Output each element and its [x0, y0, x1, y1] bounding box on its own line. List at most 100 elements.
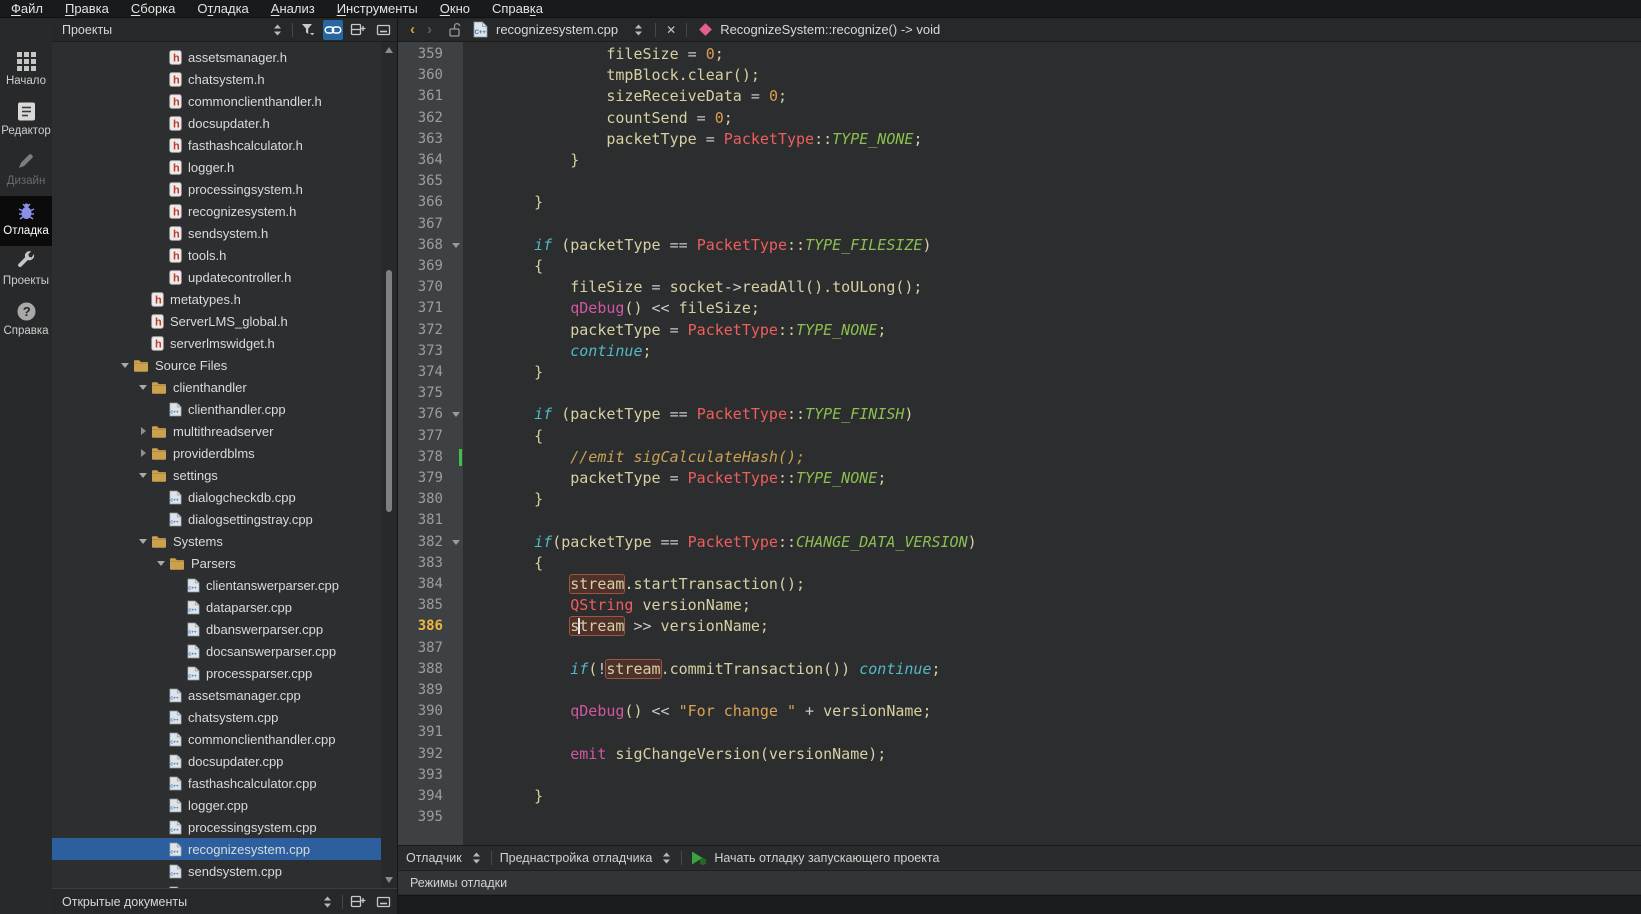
tree-item-chatsystem.cpp[interactable]: C++chatsystem.cpp	[52, 706, 397, 728]
tree-item-clienthandler.cpp[interactable]: C++clienthandler.cpp	[52, 398, 397, 420]
forward-icon[interactable]: ›	[427, 22, 432, 37]
tree-item-processparser.cpp[interactable]: C++processparser.cpp	[52, 662, 397, 684]
menu-item-4[interactable]: Анализ	[260, 0, 326, 17]
tree-item-serverlmswidget.h[interactable]: hserverlmswidget.h	[52, 332, 397, 354]
link-editor-icon[interactable]	[323, 20, 343, 40]
line-number: 388	[398, 659, 463, 680]
start-debug-icon[interactable]	[690, 850, 708, 866]
tree-item-docsupdater.h[interactable]: hdocsupdater.h	[52, 112, 397, 134]
code-line-380: }	[463, 489, 1641, 510]
fold-marker-icon[interactable]	[452, 412, 460, 417]
tree-item-commonclienthandler.h[interactable]: hcommonclienthandler.h	[52, 90, 397, 112]
mode-projects[interactable]: Проекты	[0, 246, 52, 296]
sort-updown-icon[interactable]	[267, 20, 287, 40]
chevron-down-icon[interactable]	[121, 363, 129, 368]
chevron-down-icon[interactable]	[139, 473, 147, 478]
tree-item-assetsmanager.h[interactable]: hassetsmanager.h	[52, 46, 397, 68]
debugger-selector[interactable]: Отладчик	[406, 851, 462, 865]
scroll-down-icon[interactable]	[385, 877, 393, 883]
menu-item-2[interactable]: Сборка	[120, 0, 187, 17]
split-add-icon[interactable]	[348, 892, 368, 912]
tree-item-chatsystem.h[interactable]: hchatsystem.h	[52, 68, 397, 90]
tree-item-clientanswerparser.cpp[interactable]: C++clientanswerparser.cpp	[52, 574, 397, 596]
tree-item-updatecontroller.h[interactable]: hupdatecontroller.h	[52, 266, 397, 288]
menu-item-7[interactable]: Справка	[481, 0, 554, 17]
header-file-icon: h	[169, 72, 182, 87]
tree-item-processingsystem.h[interactable]: hprocessingsystem.h	[52, 178, 397, 200]
chevron-right-icon[interactable]	[141, 427, 146, 435]
tree-item-sendsystem.h[interactable]: hsendsystem.h	[52, 222, 397, 244]
tree-item-providerdblms[interactable]: providerdblms	[52, 442, 397, 464]
folder-icon	[133, 359, 149, 372]
menu-item-1[interactable]: Правка	[54, 0, 120, 17]
tree-item-systems[interactable]: Systems	[52, 530, 397, 552]
start-debug-label[interactable]: Начать отладку запускающего проекта	[714, 851, 939, 865]
mode-design[interactable]: Дизайн	[0, 146, 52, 196]
tree-item-clienthandler[interactable]: clienthandler	[52, 376, 397, 398]
code-line-374: }	[463, 362, 1641, 383]
tree-item-recognizesystem.h[interactable]: hrecognizesystem.h	[52, 200, 397, 222]
tree-item-dbanswerparser.cpp[interactable]: C++dbanswerparser.cpp	[52, 618, 397, 640]
tree-item-dataparser.cpp[interactable]: C++dataparser.cpp	[52, 596, 397, 618]
chevron-down-icon[interactable]	[157, 561, 165, 566]
tree-item-docsupdater.cpp[interactable]: C++docsupdater.cpp	[52, 750, 397, 772]
tree-item-source-files[interactable]: Source Files	[52, 354, 397, 376]
tree-item-docsanswerparser.cpp[interactable]: C++docsanswerparser.cpp	[52, 640, 397, 662]
tree-item-tools.h[interactable]: htools.h	[52, 244, 397, 266]
close-icon[interactable]: ✕	[666, 23, 676, 37]
tree-item-label: settings	[173, 468, 218, 483]
collapse-panel-icon[interactable]	[373, 20, 393, 40]
tree-item-assetsmanager.cpp[interactable]: C++assetsmanager.cpp	[52, 684, 397, 706]
unlock-icon[interactable]	[448, 22, 461, 37]
scroll-up-icon[interactable]	[385, 47, 393, 53]
tree-item-metatypes.h[interactable]: hmetatypes.h	[52, 288, 397, 310]
chevron-right-icon[interactable]	[141, 449, 146, 457]
tree-item-serverlms_global.h[interactable]: hServerLMS_global.h	[52, 310, 397, 332]
tree-item-fasthashcalculator.cpp[interactable]: C++fasthashcalculator.cpp	[52, 772, 397, 794]
tree-item-sendsystem.cpp[interactable]: C++sendsystem.cpp	[52, 860, 397, 882]
filter-icon[interactable]	[298, 20, 318, 40]
menu-item-0[interactable]: Файл	[0, 0, 54, 17]
tree-item-logger.cpp[interactable]: C++logger.cpp	[52, 794, 397, 816]
menu-item-5[interactable]: Инструменты	[326, 0, 429, 17]
mode-help[interactable]: ?Справка	[0, 296, 52, 346]
code-line-386: stream >> versionName;	[463, 616, 1641, 637]
tree-item-dialogcheckdb.cpp[interactable]: C++dialogcheckdb.cpp	[52, 486, 397, 508]
tree-item-commonclienthandler.cpp[interactable]: C++commonclienthandler.cpp	[52, 728, 397, 750]
mode-welcome[interactable]: Начало	[0, 46, 52, 96]
projects-panel-title[interactable]: Проекты	[62, 23, 112, 37]
menu-item-3[interactable]: Отладка	[186, 0, 259, 17]
fold-marker-icon[interactable]	[452, 540, 460, 545]
chevron-down-icon[interactable]	[139, 539, 147, 544]
tree-item-recognizesystem.cpp[interactable]: C++recognizesystem.cpp	[52, 838, 397, 860]
split-add-icon[interactable]	[348, 20, 368, 40]
sort-updown-icon[interactable]	[660, 851, 673, 865]
scrollbar-thumb[interactable]	[386, 270, 392, 512]
tree-item-settings[interactable]: settings	[52, 464, 397, 486]
chevron-down-icon[interactable]	[139, 385, 147, 390]
tree-item-logger.h[interactable]: hlogger.h	[52, 156, 397, 178]
line-number: 382	[398, 532, 463, 553]
sort-updown-icon[interactable]	[317, 892, 337, 912]
tree-scrollbar[interactable]	[381, 42, 397, 888]
cpp-file-icon: C++	[187, 666, 200, 681]
sort-updown-icon[interactable]	[470, 851, 483, 865]
tree-item-multithreadserver[interactable]: multithreadserver	[52, 420, 397, 442]
open-documents-title[interactable]: Открытые документы	[62, 895, 187, 909]
fold-marker-icon[interactable]	[452, 243, 460, 248]
current-symbol[interactable]: RecognizeSystem::recognize() -> void	[720, 22, 940, 37]
open-file-name[interactable]: recognizesystem.cpp	[496, 22, 618, 37]
tree-item-parsers[interactable]: Parsers	[52, 552, 397, 574]
code-editor[interactable]: 3593603613623633643653663673683693703713…	[398, 42, 1641, 845]
menu-item-6[interactable]: Окно	[429, 0, 481, 17]
tree-item-processingsystem.cpp[interactable]: C++processingsystem.cpp	[52, 816, 397, 838]
tree-item-fasthashcalculator.h[interactable]: hfasthashcalculator.h	[52, 134, 397, 156]
collapse-panel-icon[interactable]	[373, 892, 393, 912]
tree-item-dialogsettingstray.cpp[interactable]: C++dialogsettingstray.cpp	[52, 508, 397, 530]
mode-debug[interactable]: Отладка	[0, 196, 52, 246]
back-icon[interactable]: ‹	[410, 22, 415, 37]
mode-edit[interactable]: Редактор	[0, 96, 52, 146]
sort-updown-icon[interactable]	[632, 23, 645, 37]
debugger-preset-selector[interactable]: Преднастройка отладчика	[500, 851, 653, 865]
line-number: 391	[398, 722, 463, 743]
